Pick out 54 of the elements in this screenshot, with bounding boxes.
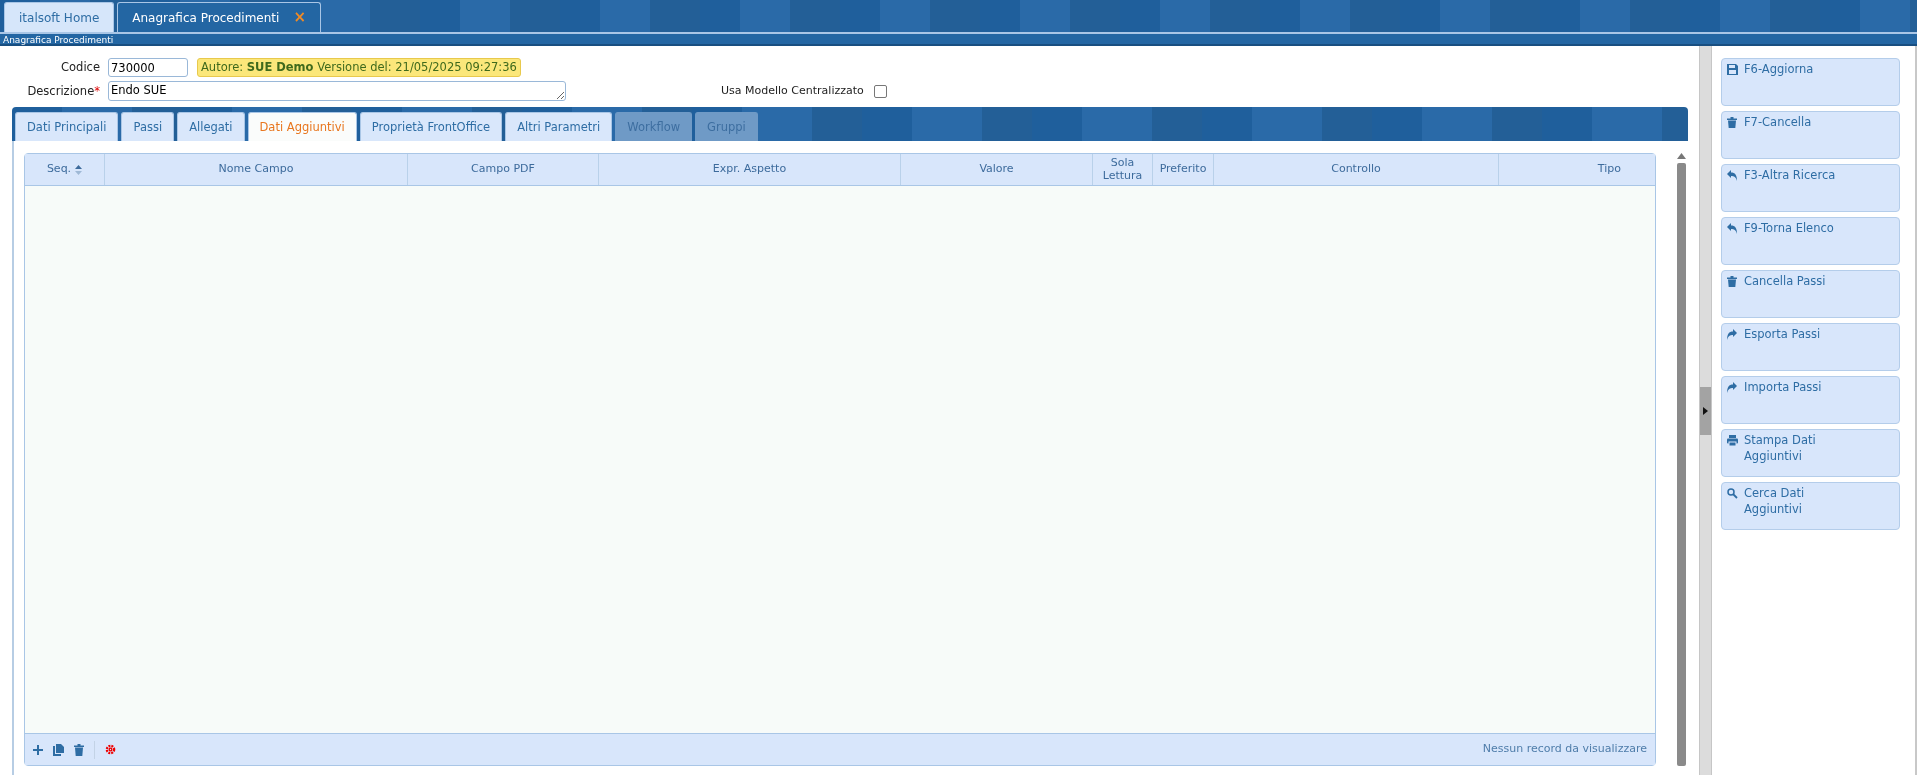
- descrizione-field[interactable]: Endo SUE: [108, 81, 566, 102]
- checkbox[interactable]: [873, 84, 887, 98]
- add-icon[interactable]: [33, 744, 43, 755]
- codice-field[interactable]: 730000: [108, 58, 188, 78]
- gear-icon[interactable]: [105, 744, 116, 755]
- splitter-handle[interactable]: [1700, 386, 1711, 435]
- action-button[interactable]: Stampa Dati Aggiuntivi: [1721, 429, 1900, 477]
- column-header[interactable]: Seq.: [25, 154, 105, 186]
- curved-arrow-icon: [1727, 382, 1738, 393]
- column-header[interactable]: Controllo: [1214, 154, 1499, 186]
- column-header[interactable]: Sola Lettura: [1093, 154, 1153, 186]
- column-header[interactable]: Campo PDF: [408, 154, 599, 186]
- column-header[interactable]: Tipo: [1499, 154, 1655, 186]
- sort-icon[interactable]: [75, 164, 83, 175]
- copy-icon[interactable]: [53, 743, 64, 756]
- action-button[interactable]: Cancella Passi: [1721, 270, 1900, 318]
- window-title: Anagrafica Procedimenti: [3, 35, 114, 45]
- tab[interactable]: Altri Parametri: [505, 112, 613, 142]
- trash-icon: [1727, 117, 1738, 128]
- action-button[interactable]: Esporta Passi: [1721, 323, 1900, 371]
- search-icon: [1727, 488, 1738, 499]
- tab[interactable]: Proprietà FrontOffice: [359, 112, 503, 142]
- tab[interactable]: Dati Aggiuntivi: [247, 112, 357, 142]
- column-header[interactable]: Expr. Aspetto: [599, 154, 901, 186]
- trash-icon: [1727, 276, 1738, 287]
- curved-arrow-icon: [1727, 329, 1738, 340]
- printer-icon: [1727, 435, 1738, 446]
- field-label: Descrizione*: [26, 82, 101, 100]
- scroll-up-arrow-icon[interactable]: [1676, 153, 1686, 160]
- curved-arrow-icon: [1727, 223, 1738, 234]
- tab[interactable]: Allegati: [177, 112, 245, 142]
- scrollbar-thumb[interactable]: [1676, 163, 1686, 766]
- column-header[interactable]: Preferito: [1153, 154, 1214, 186]
- field-label: Codice: [60, 59, 101, 76]
- app-tab[interactable]: italsoft Home: [4, 2, 115, 32]
- action-button[interactable]: F9-Torna Elenco: [1721, 217, 1900, 265]
- triangle-right-icon: [1703, 406, 1708, 415]
- action-button[interactable]: Cerca Dati Aggiuntivi: [1721, 482, 1900, 530]
- action-button[interactable]: Importa Passi: [1721, 376, 1900, 424]
- tab[interactable]: Passi: [121, 112, 175, 142]
- field-label: Usa Modello Centralizzato: [721, 83, 864, 99]
- curved-arrow-icon: [1727, 170, 1738, 181]
- action-button[interactable]: F7-Cancella: [1721, 111, 1900, 159]
- close-icon[interactable]: ×: [293, 10, 306, 25]
- column-header[interactable]: Nome Campo: [105, 154, 408, 186]
- action-button[interactable]: F6-Aggiorna: [1721, 58, 1900, 106]
- app-tab[interactable]: Anagrafica Procedimenti ×: [117, 2, 321, 32]
- save-icon: [1727, 64, 1738, 75]
- trash-icon[interactable]: [74, 743, 84, 756]
- column-header[interactable]: Valore: [901, 154, 1093, 186]
- author-version-info: Autore: SUE Demo Versione del: 21/05/2025 09:27:36: [197, 58, 521, 78]
- record-count-message: Nessun record da visualizzare: [1482, 741, 1647, 758]
- action-button[interactable]: F3-Altra Ricerca: [1721, 164, 1900, 212]
- tab[interactable]: Dati Principali: [15, 112, 119, 142]
